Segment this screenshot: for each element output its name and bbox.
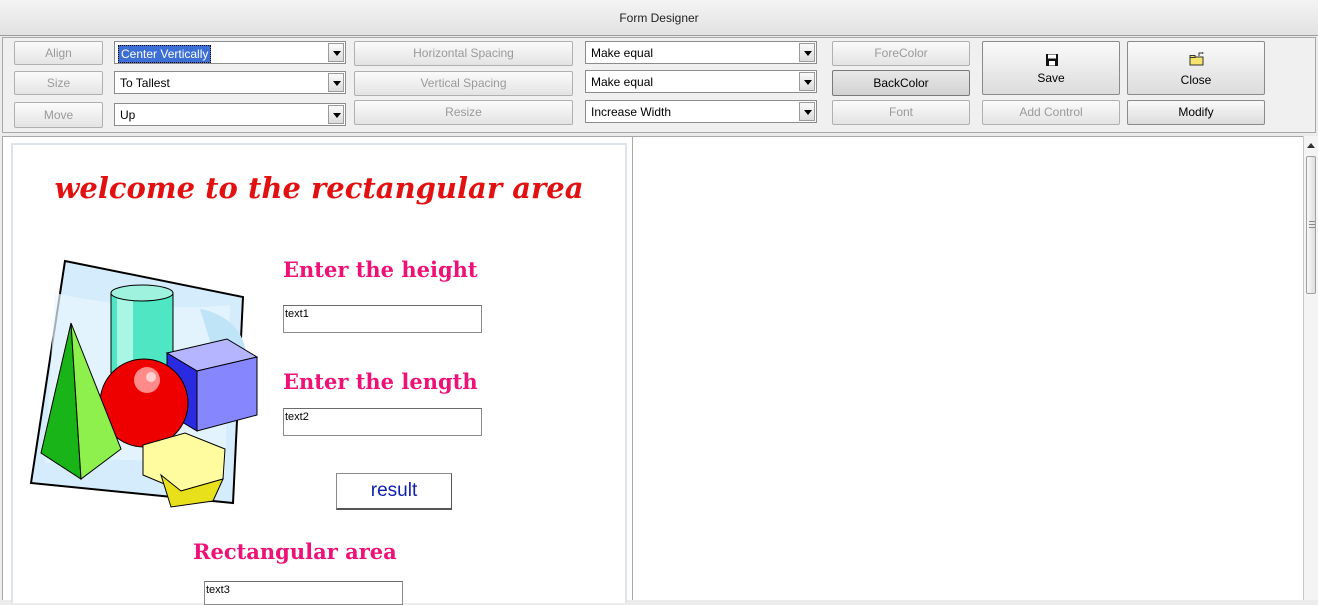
modify-button[interactable]: Modify [1127,100,1265,125]
resize-mode-value: Increase Width [591,105,672,119]
vertical-scrollbar[interactable] [1303,136,1318,600]
chevron-down-icon[interactable] [799,72,815,91]
vertical-spacing-value: Make equal [591,75,654,89]
close-button[interactable]: Close [1127,41,1265,95]
window-title: Form Designer [619,11,699,25]
resize-mode-select[interactable]: Increase Width [585,100,817,123]
chevron-down-icon[interactable] [799,43,815,62]
height-input[interactable]: text1 [283,305,482,333]
backcolor-button[interactable]: BackColor [832,70,970,96]
font-button[interactable]: Font [832,100,970,125]
move-button[interactable]: Move [14,102,103,128]
close-label: Close [1180,73,1212,87]
area-output[interactable]: text3 [204,581,403,605]
form-surface[interactable]: welcome to the rectangular area Enter th… [11,143,627,605]
designer-toolbar: Align Size Move Center Vertically To Tal… [2,37,1316,133]
align-mode-value: Center Vertically [118,45,212,63]
length-input[interactable]: text2 [283,408,482,436]
length-label[interactable]: Enter the length [283,369,478,394]
scroll-up-icon[interactable] [1304,138,1318,152]
scroll-thumb[interactable] [1306,156,1316,294]
forecolor-button[interactable]: ForeColor [832,41,970,66]
horizontal-spacing-value: Make equal [591,46,654,60]
chevron-down-icon[interactable] [328,73,344,92]
save-label: Save [1037,71,1065,85]
window-titlebar: Form Designer [0,0,1318,36]
properties-pane [632,136,1303,600]
chevron-down-icon[interactable] [328,43,344,62]
move-direction-value: Up [120,108,136,122]
geometric-shapes-image[interactable] [25,253,261,509]
grip-icon [1309,221,1315,228]
size-mode-select[interactable]: To Tallest [114,71,346,94]
form-headline[interactable]: welcome to the rectangular area [13,171,625,205]
size-button[interactable]: Size [14,71,103,95]
chevron-down-icon[interactable] [799,102,815,121]
vertical-spacing-button[interactable]: Vertical Spacing [354,71,573,96]
result-button[interactable]: result [336,473,452,510]
floppy-disk-icon [1046,54,1058,66]
area-label[interactable]: Rectangular area [193,539,397,564]
move-direction-select[interactable]: Up [114,103,346,126]
save-button[interactable]: Save [982,41,1120,95]
horizontal-spacing-select[interactable]: Make equal [585,41,817,64]
add-control-button[interactable]: Add Control [982,100,1120,125]
align-button[interactable]: Align [14,41,103,65]
size-mode-value: To Tallest [120,76,170,90]
resize-button[interactable]: Resize [354,100,573,125]
height-label[interactable]: Enter the height [283,257,478,282]
align-mode-select[interactable]: Center Vertically [114,41,346,64]
design-canvas: welcome to the rectangular area Enter th… [2,136,632,605]
open-folder-icon [1189,52,1204,66]
chevron-down-icon[interactable] [328,105,344,124]
horizontal-spacing-button[interactable]: Horizontal Spacing [354,41,573,66]
vertical-spacing-select[interactable]: Make equal [585,70,817,93]
